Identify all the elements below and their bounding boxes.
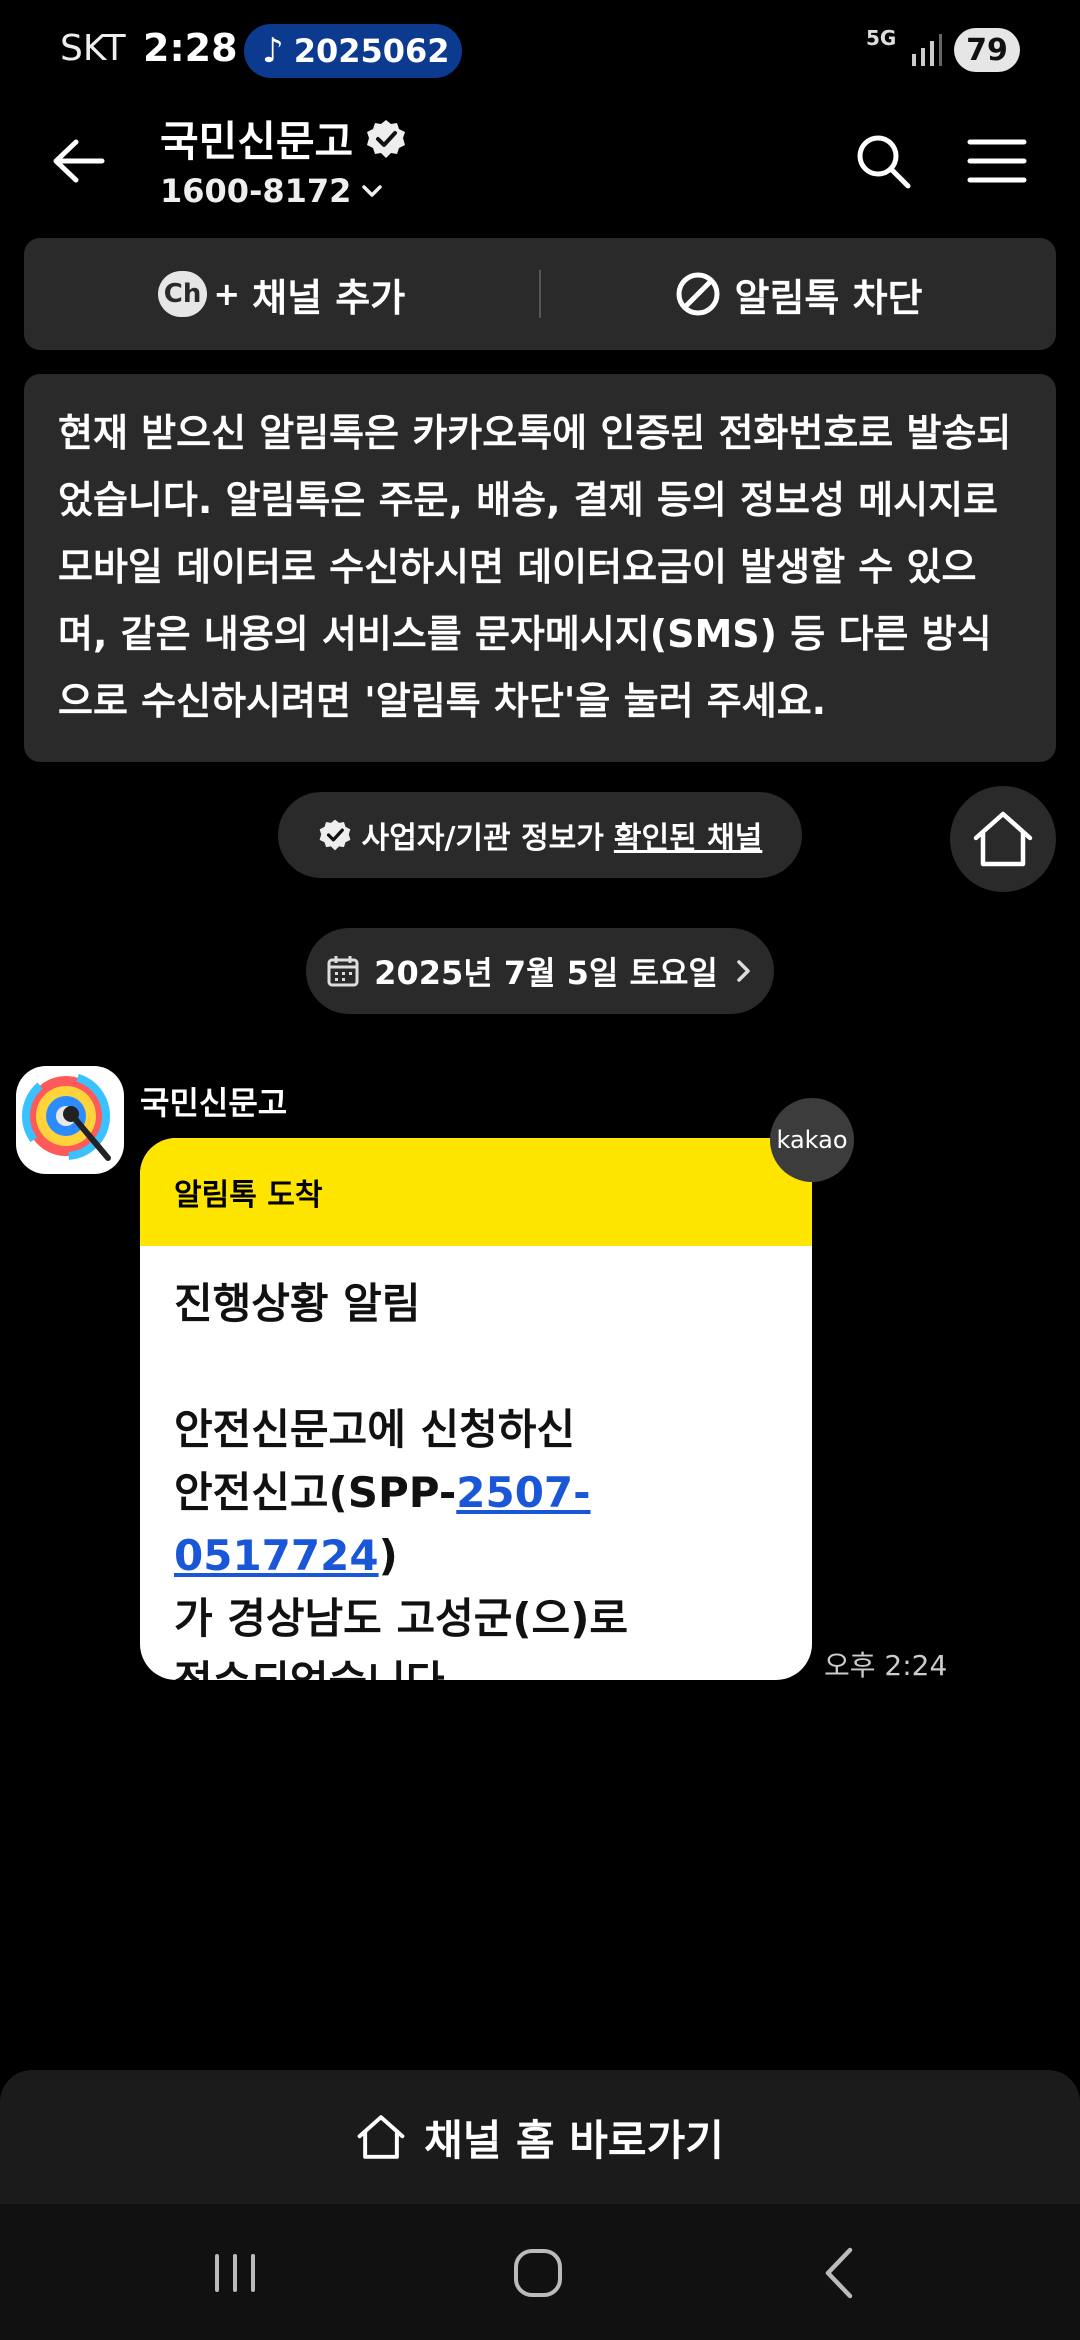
sender-avatar[interactable]	[16, 1066, 124, 1174]
battery-icon: 79	[954, 28, 1020, 72]
add-channel-button[interactable]: Ch + 채널 추가	[24, 238, 539, 350]
add-channel-label: 채널 추가	[252, 275, 406, 320]
channel-title[interactable]: 국민신문고	[160, 108, 407, 169]
music-note-icon: ♪	[262, 31, 284, 71]
card-body: 진행상황 알림 안전신문고에 신청하신 안전신고(SPP-2507-051772…	[140, 1246, 812, 1680]
home-shortcut-label: 채널 홈 바로가기	[424, 2115, 724, 2165]
block-label: 알림톡 차단	[734, 275, 923, 320]
channel-logo-icon	[22, 1072, 111, 1161]
message-time: 오후 2:24	[824, 1649, 948, 1682]
signal-icon	[912, 34, 942, 66]
music-text: 2025062	[293, 32, 450, 70]
home-icon	[973, 811, 1033, 867]
alimtalk-notice: 현재 받으신 알림톡은 카카오톡에 인증된 전화번호로 발송되었습니다. 알림톡…	[24, 374, 1056, 762]
status-time: 2:28	[143, 26, 238, 70]
block-alimtalk-button[interactable]: 알림톡 차단	[541, 238, 1056, 350]
message-title: 진행상황 알림	[174, 1279, 421, 1328]
card-header: 알림톡 도착	[140, 1138, 812, 1246]
sender-name: 국민신문고	[140, 1084, 288, 1122]
music-playing-pill[interactable]: ♪ 2025062	[244, 24, 462, 78]
date-divider[interactable]: 2025년 7월 5일 토요일	[306, 928, 774, 1014]
verified-link[interactable]: 확인된 채널	[614, 813, 762, 857]
verified-channel-pill[interactable]: 사업자/기관 정보가 확인된 채널	[278, 792, 802, 878]
plus-icon: +	[213, 275, 241, 313]
kakao-badge: kakao	[770, 1098, 854, 1182]
back-arrow-icon[interactable]	[44, 126, 114, 196]
chevron-down-icon	[362, 185, 383, 197]
back-nav-icon[interactable]	[806, 2238, 876, 2308]
alimtalk-message-card[interactable]: 알림톡 도착 진행상황 알림 안전신문고에 신청하신 안전신고(SPP-2507…	[140, 1138, 812, 1680]
system-nav-bar	[0, 2204, 1080, 2340]
verified-prefix: 사업자/기관 정보가	[361, 821, 604, 856]
chevron-right-icon	[737, 960, 750, 982]
message-line-1: 안전신문고에 신청하신	[174, 1405, 576, 1454]
menu-icon[interactable]	[966, 130, 1028, 192]
chat-header: 국민신문고 1600-8172	[0, 100, 1080, 230]
message-line-2: 안전신고(SPP-2507-0517724)	[174, 1461, 778, 1587]
message-line-3: 가 경상남도 고성군(으)로	[174, 1594, 629, 1643]
phone-number: 1600-8172	[160, 172, 352, 210]
block-icon	[676, 272, 720, 316]
channel-name: 국민신문고	[160, 117, 354, 166]
date-label: 2025년 7월 5일 토요일	[374, 954, 718, 992]
search-icon[interactable]	[850, 128, 916, 194]
verified-badge-icon	[319, 819, 351, 851]
home-icon	[357, 2115, 405, 2159]
message-line-4: 접수되었습니다.	[174, 1650, 778, 1680]
carrier-label: SKT	[60, 28, 126, 69]
recent-apps-icon[interactable]	[200, 2238, 270, 2308]
home-nav-icon[interactable]	[503, 2238, 573, 2308]
channel-add-icon: Ch	[157, 271, 208, 317]
report-suffix: )	[378, 1531, 398, 1580]
channel-home-button[interactable]	[950, 786, 1056, 892]
channel-phone[interactable]: 1600-8172	[160, 172, 385, 210]
channel-action-bar: Ch + 채널 추가 알림톡 차단	[24, 238, 1056, 350]
verified-badge-icon	[367, 119, 406, 158]
network-5g-icon: 5G	[866, 26, 897, 50]
report-prefix: 안전신고(SPP-	[174, 1468, 457, 1517]
status-bar: SKT 2:28 ♪ 2025062 5G 79	[0, 0, 1080, 100]
channel-home-shortcut-button[interactable]: 채널 홈 바로가기	[0, 2070, 1080, 2204]
calendar-icon	[327, 956, 359, 987]
